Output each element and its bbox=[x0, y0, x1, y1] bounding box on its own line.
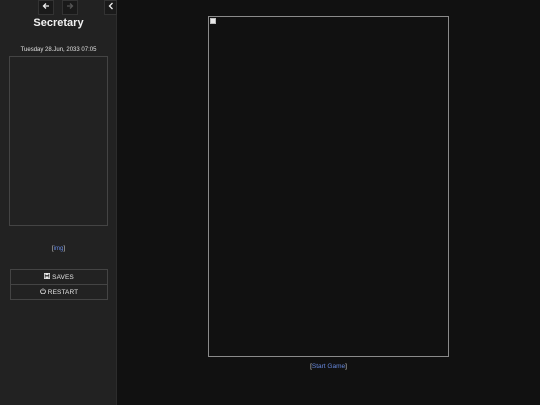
restart-label: RESTART bbox=[47, 288, 79, 296]
arrow-right-icon bbox=[66, 2, 74, 13]
saves-label: SAVES bbox=[52, 273, 74, 281]
story-title: Secretary bbox=[33, 17, 84, 29]
broken-image-icon bbox=[210, 18, 216, 24]
bracket-close: ] bbox=[345, 363, 347, 370]
date-time-text: Tuesday 28.Jun, 2033 07:05 bbox=[20, 47, 97, 53]
arrow-left-icon bbox=[42, 2, 50, 13]
history-forward-button[interactable] bbox=[62, 0, 78, 15]
chevron-left-icon bbox=[108, 2, 114, 13]
img-link[interactable]: img bbox=[54, 246, 64, 252]
floppy-disk-icon bbox=[44, 273, 51, 281]
history-back-button[interactable] bbox=[38, 0, 54, 15]
game-ui: Secretary Tuesday 28.Jun, 2033 07:05 [im… bbox=[0, 0, 540, 405]
power-icon bbox=[39, 288, 46, 296]
bracket-close: ] bbox=[63, 246, 65, 252]
start-game-link[interactable]: Start Game bbox=[312, 363, 345, 370]
sidebar: Secretary Tuesday 28.Jun, 2033 07:05 [im… bbox=[0, 0, 117, 405]
sidebar-stow-button[interactable] bbox=[104, 0, 117, 15]
portrait-frame bbox=[9, 56, 108, 226]
restart-button[interactable]: RESTART bbox=[11, 284, 107, 299]
sidebar-menu: SAVES RESTART bbox=[10, 269, 108, 300]
passage-image-frame bbox=[208, 16, 449, 357]
start-game-container: [Start Game] bbox=[208, 363, 449, 370]
img-link-container: [img] bbox=[0, 246, 117, 252]
saves-button[interactable]: SAVES bbox=[11, 270, 107, 284]
